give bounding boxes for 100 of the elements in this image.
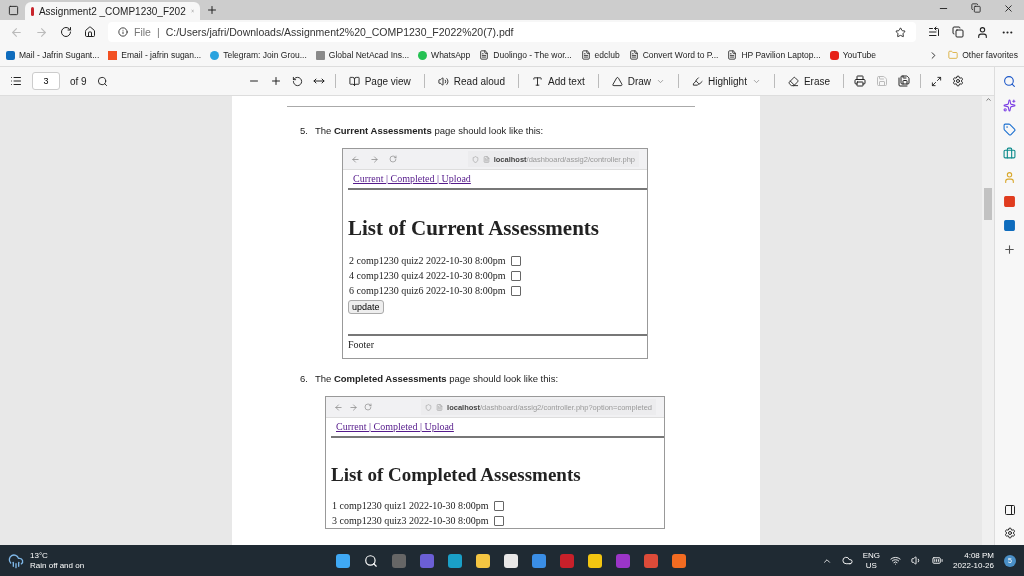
- browser-tab[interactable]: Assignment2 _COMP1230_F202: [25, 2, 200, 20]
- windows-logo-icon: [108, 50, 118, 60]
- reload-icon: [364, 403, 372, 411]
- folder-icon[interactable]: [476, 553, 490, 568]
- paper-plane-icon: [210, 50, 220, 60]
- settings-icon[interactable]: [952, 75, 965, 87]
- cloud-icon[interactable]: [841, 555, 853, 566]
- weather-text: Rain off and on: [30, 560, 85, 571]
- forward-arrow-icon: [349, 402, 358, 412]
- assessment-text: 6 comp1230 quiz6 2022-10-30 8:00pm: [349, 285, 506, 296]
- toolbar-button[interactable]: Erase: [784, 75, 834, 87]
- reload-icon: [389, 155, 397, 163]
- app-icon[interactable]: [616, 553, 630, 568]
- shield-icon[interactable]: [560, 553, 574, 568]
- toolbar-button[interactable]: Read aloud: [434, 75, 508, 87]
- sidebar-toggle-icon[interactable]: [1003, 504, 1016, 516]
- sparkle-icon[interactable]: [1003, 99, 1016, 112]
- instruction-text: The Current Assessments page should look like this:: [314, 125, 544, 136]
- home-icon[interactable]: [84, 26, 96, 38]
- nav-links[interactable]: Current | Completed | Upload: [348, 170, 647, 190]
- store-icon[interactable]: [504, 553, 518, 568]
- new-tab-icon[interactable]: [206, 4, 218, 16]
- bookmark[interactable]: HP Pavilion Laptop...: [727, 50, 821, 60]
- page-icon: [436, 403, 444, 411]
- fullscreen-icon[interactable]: [931, 75, 943, 87]
- language-indicator[interactable]: ENG US: [862, 550, 881, 571]
- pdf-icon: [31, 6, 34, 16]
- tab-actions-icon[interactable]: [8, 4, 19, 16]
- wifi-icon[interactable]: [890, 555, 902, 566]
- shield-icon: [425, 403, 433, 411]
- briefcase-icon[interactable]: [1003, 147, 1016, 160]
- bookmark[interactable]: Convert Word to P...: [628, 50, 719, 60]
- bookmark[interactable]: YouTube: [829, 50, 877, 60]
- chat-bubble-icon: [418, 50, 428, 60]
- page-icon: [628, 50, 639, 60]
- help-icon[interactable]: [532, 553, 546, 568]
- search-icon[interactable]: [96, 75, 108, 87]
- add-icon[interactable]: [1003, 243, 1016, 256]
- save-as-icon[interactable]: [898, 75, 911, 87]
- search-icon[interactable]: [364, 553, 378, 568]
- mail-icon: [6, 50, 15, 60]
- toolbar-button[interactable]: Draw: [608, 75, 669, 87]
- update-button[interactable]: update: [348, 300, 384, 314]
- file-label: File: [134, 26, 151, 38]
- search-icon[interactable]: [1003, 75, 1016, 88]
- eraser-icon: [787, 75, 799, 87]
- collections-icon[interactable]: [952, 26, 964, 38]
- windows-logo-icon[interactable]: [336, 553, 350, 568]
- mail-icon[interactable]: [1003, 219, 1016, 232]
- note-icon[interactable]: [588, 553, 602, 568]
- page-number-field[interactable]: 3: [32, 72, 60, 90]
- browser-icon[interactable]: [448, 553, 462, 568]
- favorite-star-icon[interactable]: [895, 26, 906, 38]
- forward-arrow-icon: [370, 154, 379, 164]
- app-icon[interactable]: [672, 553, 686, 568]
- browser-icon[interactable]: [644, 553, 658, 568]
- zoom-in-icon[interactable]: [269, 75, 282, 87]
- assessment-text: 1 comp1230 quiz1 2022-10-30 8:00pm: [332, 500, 489, 511]
- page-icon: [580, 50, 591, 60]
- contents-icon[interactable]: [10, 75, 22, 87]
- nav-links[interactable]: Current | Completed | Upload: [331, 418, 664, 438]
- book-icon: [348, 75, 360, 87]
- rain-cloud-icon: [8, 552, 24, 569]
- task-view-icon[interactable]: [392, 553, 406, 568]
- bookmark[interactable]: WhatsApp: [418, 50, 471, 60]
- play-icon: [829, 50, 839, 60]
- bookmark[interactable]: Email - jafrin sugan...: [108, 50, 202, 60]
- battery-icon[interactable]: [932, 555, 944, 566]
- assessment-text: 2 comp1230 quiz2 2022-10-30 8:00pm: [349, 255, 506, 266]
- info-icon: [118, 27, 128, 37]
- favorites-icon[interactable]: [928, 26, 940, 38]
- close-icon[interactable]: [1003, 2, 1014, 14]
- toolbar-button[interactable]: Add text: [529, 75, 588, 87]
- pen-icon: [611, 75, 623, 87]
- clock[interactable]: 4:08 PM 2022-10-26: [953, 550, 994, 571]
- rotate-icon[interactable]: [291, 75, 303, 87]
- list-number: 5.: [300, 125, 308, 136]
- list-number: 6.: [300, 373, 308, 384]
- settings-icon[interactable]: [1003, 527, 1016, 539]
- bookmark[interactable]: Global NetAcad Ins...: [315, 50, 410, 60]
- restore-icon[interactable]: [971, 2, 981, 13]
- page-count: of 9: [70, 75, 87, 87]
- bookmark[interactable]: edclub: [580, 50, 620, 60]
- office-icon[interactable]: [1003, 195, 1016, 208]
- reload-icon[interactable]: [60, 26, 72, 38]
- toolbar-button[interactable]: Page view: [345, 75, 414, 87]
- bookmark[interactable]: Telegram: Join Grou...: [210, 50, 307, 60]
- other-favorites[interactable]: Other favorites: [948, 50, 1018, 60]
- page-heading: List of Current Assessments: [348, 216, 601, 241]
- instruction-text: The Completed Assessments page should look like this:: [314, 373, 559, 384]
- tag-icon[interactable]: [1003, 123, 1016, 136]
- print-icon[interactable]: [854, 75, 867, 87]
- address-field[interactable]: File | C:/Users/jafri/Downloads/Assignment2%20_COMP1230_F2022%20(7).pdf: [108, 22, 916, 42]
- bookmark[interactable]: Duolingo - The wor...: [479, 50, 572, 60]
- chat-icon[interactable]: [420, 553, 434, 568]
- profile-icon[interactable]: [976, 25, 989, 39]
- scroll-thumb[interactable]: [984, 188, 992, 220]
- toolbar-button[interactable]: Highlight: [689, 75, 764, 87]
- scrollbar[interactable]: [982, 96, 994, 545]
- bookmark[interactable]: Mail - Jafrin Sugant...: [6, 50, 100, 60]
